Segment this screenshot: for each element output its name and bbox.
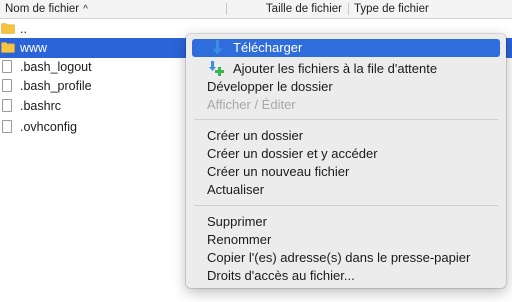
menu-item-label: Créer un dossier et y accéder bbox=[207, 146, 378, 161]
menu-item-label: Actualiser bbox=[207, 182, 265, 197]
file-name: .bash_logout bbox=[20, 60, 92, 74]
document-icon bbox=[2, 79, 12, 92]
menu-item-label: Créer un nouveau fichier bbox=[207, 164, 350, 179]
download-icon bbox=[212, 40, 223, 55]
menu-item-refresh[interactable]: Actualiser bbox=[192, 181, 500, 199]
menu-item-label: Droits d'accès au fichier... bbox=[207, 268, 355, 283]
file-name: .ovhconfig bbox=[20, 120, 77, 134]
file-name: www bbox=[20, 41, 48, 55]
folder-icon bbox=[1, 23, 15, 34]
menu-separator bbox=[194, 205, 498, 206]
menu-item-download[interactable]: Télécharger bbox=[192, 39, 500, 57]
menu-item-expand-folder[interactable]: Développer le dossier bbox=[192, 78, 500, 96]
menu-item-view-edit: Afficher / Éditer bbox=[192, 96, 500, 114]
menu-item-label: Créer un dossier bbox=[207, 128, 304, 143]
column-divider[interactable] bbox=[348, 3, 349, 15]
menu-item-label: Développer le dossier bbox=[207, 79, 333, 94]
file-name: .bash_profile bbox=[20, 79, 92, 93]
sort-ascending-icon: ^ bbox=[83, 4, 88, 15]
column-header-filesize-label: Taille de fichier bbox=[265, 3, 342, 15]
menu-item-create-folder-enter[interactable]: Créer un dossier et y accéder bbox=[192, 145, 500, 163]
file-name: .. bbox=[20, 22, 27, 36]
menu-item-file-permissions[interactable]: Droits d'accès au fichier... bbox=[192, 267, 500, 285]
menu-item-add-to-queue[interactable]: Ajouter les fichiers à la file d'attente bbox=[192, 60, 500, 78]
menu-item-label: Afficher / Éditer bbox=[207, 97, 296, 112]
column-header-filesize[interactable]: Taille de fichier bbox=[228, 0, 346, 18]
context-menu: Télécharger Ajouter les fichiers à la fi… bbox=[186, 34, 506, 288]
column-divider[interactable] bbox=[226, 3, 227, 15]
document-icon bbox=[2, 99, 12, 112]
file-list-header: Nom de fichier ^ Taille de fichier Type d… bbox=[0, 0, 512, 19]
menu-item-label: Télécharger bbox=[233, 40, 303, 55]
column-header-filename[interactable]: Nom de fichier ^ bbox=[5, 0, 225, 18]
menu-item-create-folder[interactable]: Créer un dossier bbox=[192, 127, 500, 145]
menu-item-rename[interactable]: Renommer bbox=[192, 231, 500, 249]
menu-item-copy-address[interactable]: Copier l'(es) adresse(s) dans le presse-… bbox=[192, 249, 500, 267]
menu-separator bbox=[194, 119, 498, 120]
menu-item-label: Ajouter les fichiers à la file d'attente bbox=[233, 61, 438, 76]
add-to-queue-icon bbox=[209, 61, 224, 76]
document-icon bbox=[2, 120, 12, 133]
file-name: .bashrc bbox=[20, 99, 61, 113]
menu-item-label: Renommer bbox=[207, 232, 272, 247]
menu-item-label: Copier l'(es) adresse(s) dans le presse-… bbox=[207, 250, 471, 265]
document-icon bbox=[2, 60, 12, 73]
column-header-filename-label: Nom de fichier bbox=[5, 3, 80, 15]
column-header-filetype[interactable]: Type de fichier bbox=[350, 0, 470, 18]
menu-item-create-file[interactable]: Créer un nouveau fichier bbox=[192, 163, 500, 181]
folder-icon bbox=[1, 42, 15, 53]
menu-item-delete[interactable]: Supprimer bbox=[192, 213, 500, 231]
column-header-filetype-label: Type de fichier bbox=[354, 3, 429, 15]
menu-item-label: Supprimer bbox=[207, 214, 267, 229]
